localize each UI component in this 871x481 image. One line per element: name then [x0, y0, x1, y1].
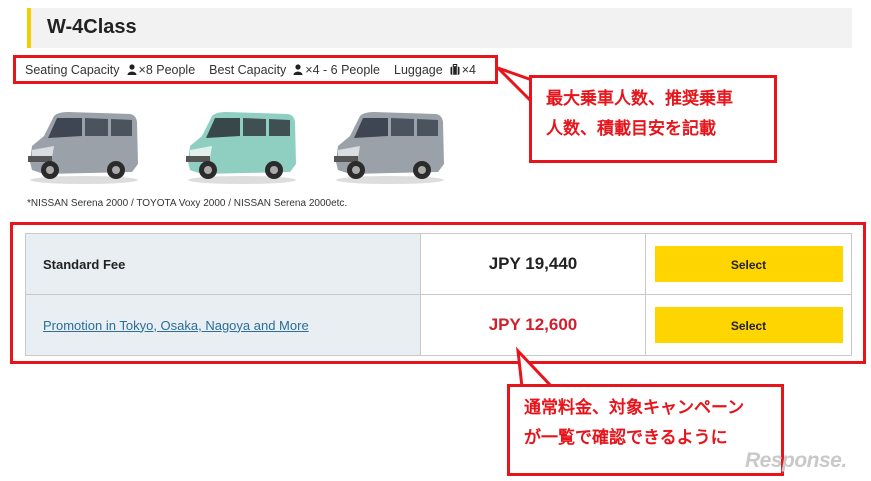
- car-image-nissan-serena: [334, 112, 444, 184]
- promotion-link[interactable]: Promotion in Tokyo, Osaka, Nagoya and Mo…: [43, 318, 309, 333]
- callout-top-line-1: 最大乗車人数、推奨乗車: [546, 89, 733, 108]
- callout-capacity-note: 最大乗車人数、推奨乗車 人数、積載目安を記載: [529, 75, 777, 163]
- best-capacity-label: Best Capacity: [209, 62, 287, 77]
- car-image-nissan-serena: [28, 112, 138, 184]
- table-row: Promotion in Tokyo, Osaka, Nagoya and Mo…: [25, 294, 852, 356]
- fee-label-cell: Standard Fee: [25, 233, 421, 295]
- standard-fee-label: Standard Fee: [43, 256, 126, 272]
- seating-capacity: Seating Capacity ×8 People: [25, 63, 195, 77]
- luggage-icon: [450, 64, 460, 75]
- best-capacity: Best Capacity ×4 - 6 People: [209, 63, 380, 77]
- car-image-toyota-voxy: [186, 112, 296, 184]
- best-capacity-value: ×4 - 6 People: [305, 62, 381, 77]
- seating-capacity-value: ×8 People: [138, 62, 196, 77]
- fee-table: Standard Fee JPY 19,440 Select Promotion…: [25, 233, 852, 356]
- car-models-note: *NISSAN Serena 2000 / TOYOTA Voxy 2000 /…: [27, 198, 348, 209]
- price-cell: JPY 19,440: [420, 233, 646, 295]
- callout-fee-note: 通常料金、対象キャンペーン が一覧で確認できるように: [507, 384, 784, 476]
- table-row: Standard Fee JPY 19,440 Select: [25, 233, 852, 295]
- callout-bottom-line-2: が一覧で確認できるように: [524, 428, 728, 447]
- select-standard-button[interactable]: Select: [654, 246, 843, 282]
- standard-fee-price: JPY 19,440: [488, 254, 578, 273]
- luggage-value: ×4: [461, 62, 476, 77]
- callout-bottom-line-1: 通常料金、対象キャンペーン: [524, 398, 745, 417]
- callout-top-line-2: 人数、積載目安を記載: [546, 119, 716, 138]
- select-cell: Select: [645, 294, 852, 356]
- person-icon: [127, 64, 137, 75]
- select-cell: Select: [645, 233, 852, 295]
- select-promotion-button[interactable]: Select: [654, 307, 843, 343]
- luggage-label: Luggage: [394, 62, 443, 77]
- fee-label-cell: Promotion in Tokyo, Osaka, Nagoya and Mo…: [25, 294, 421, 356]
- class-title: W-4Class: [47, 16, 137, 38]
- seating-capacity-label: Seating Capacity: [25, 62, 120, 77]
- capacity-row: Seating Capacity ×8 People Best Capacity…: [13, 55, 498, 84]
- callout-pointer-bottom: [516, 347, 556, 389]
- luggage-capacity: Luggage ×4: [394, 63, 476, 77]
- class-header: W-4Class: [27, 8, 852, 48]
- person-icon: [293, 64, 303, 75]
- promotion-price: JPY 12,600: [488, 315, 578, 334]
- response-watermark: Response.: [745, 449, 847, 472]
